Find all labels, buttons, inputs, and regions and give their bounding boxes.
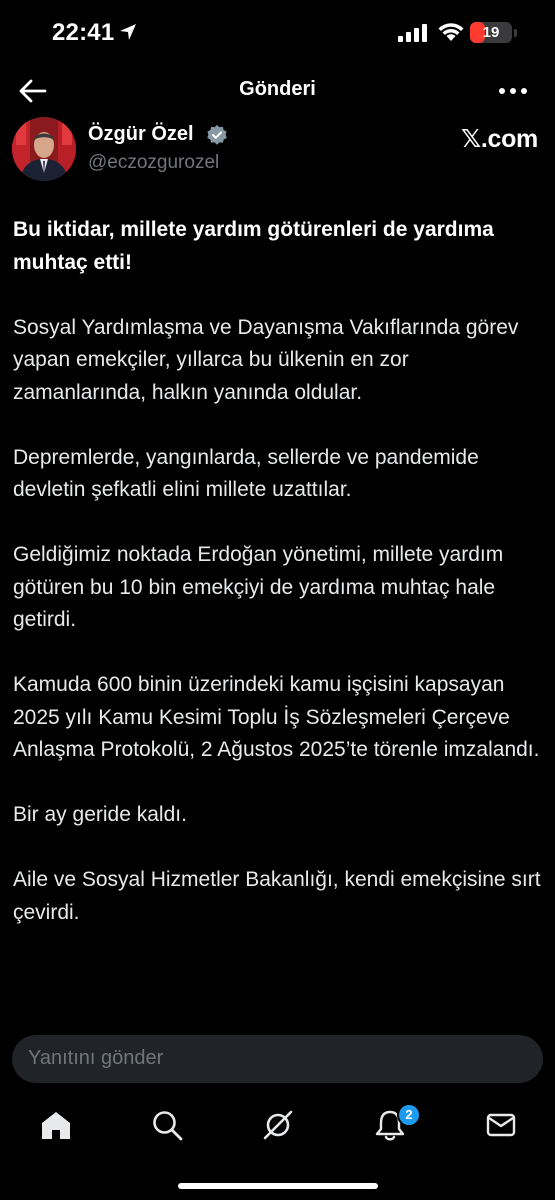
battery-indicator: 19 <box>470 22 512 43</box>
battery-level-text: 19 <box>482 24 500 41</box>
tweet-paragraph: Geldiğimiz noktada Erdoğan yönetimi, mil… <box>13 543 504 631</box>
notification-count-badge: 2 <box>397 1103 421 1127</box>
status-bar: 22:41 19 <box>0 0 555 64</box>
author-handle[interactable]: @eczozgurozel <box>88 152 219 174</box>
status-time: 22:41 <box>52 19 115 46</box>
tweet-author: Özgür Özel @eczozgurozel 𝕏.com <box>12 117 552 183</box>
tweet-text: Bu iktidar, millete yardım götürenleri d… <box>13 214 543 962</box>
home-icon[interactable] <box>39 1108 73 1142</box>
reply-placeholder: Yanıtını gönder <box>28 1047 164 1069</box>
tweet-paragraph: Aile ve Sosyal Hizmetler Bakanlığı, kend… <box>13 868 541 924</box>
page-title: Gönderi <box>239 78 316 100</box>
x-logo: 𝕏.com <box>461 125 538 153</box>
reply-input[interactable]: Yanıtını gönder <box>12 1035 543 1083</box>
tweet-paragraph: Bir ay geride kaldı. <box>13 803 187 826</box>
wifi-icon <box>438 23 464 41</box>
home-indicator <box>178 1183 378 1189</box>
header: Gönderi <box>0 64 555 116</box>
battery-tip <box>514 29 517 37</box>
search-icon[interactable] <box>150 1108 184 1142</box>
bottom-tab-bar <box>0 1100 555 1160</box>
tweet-headline: Bu iktidar, millete yardım götürenleri d… <box>13 218 494 274</box>
author-name[interactable]: Özgür Özel <box>88 123 194 146</box>
verified-badge-icon <box>207 125 227 145</box>
more-horizontal-icon[interactable] <box>498 86 528 96</box>
grok-icon[interactable] <box>261 1108 295 1142</box>
avatar[interactable] <box>12 117 76 181</box>
location-arrow-icon <box>120 24 136 40</box>
tweet-paragraph: Depremlerde, yangınlarda, sellerde ve pa… <box>13 445 479 502</box>
tweet-paragraph: Kamuda 600 binin üzerindeki kamu işçisin… <box>13 673 540 761</box>
messages-icon[interactable] <box>484 1108 518 1142</box>
cellular-signal-icon <box>398 24 427 42</box>
tweet-paragraph: Sosyal Yardımlaşma ve Dayanışma Vakıflar… <box>13 315 519 404</box>
